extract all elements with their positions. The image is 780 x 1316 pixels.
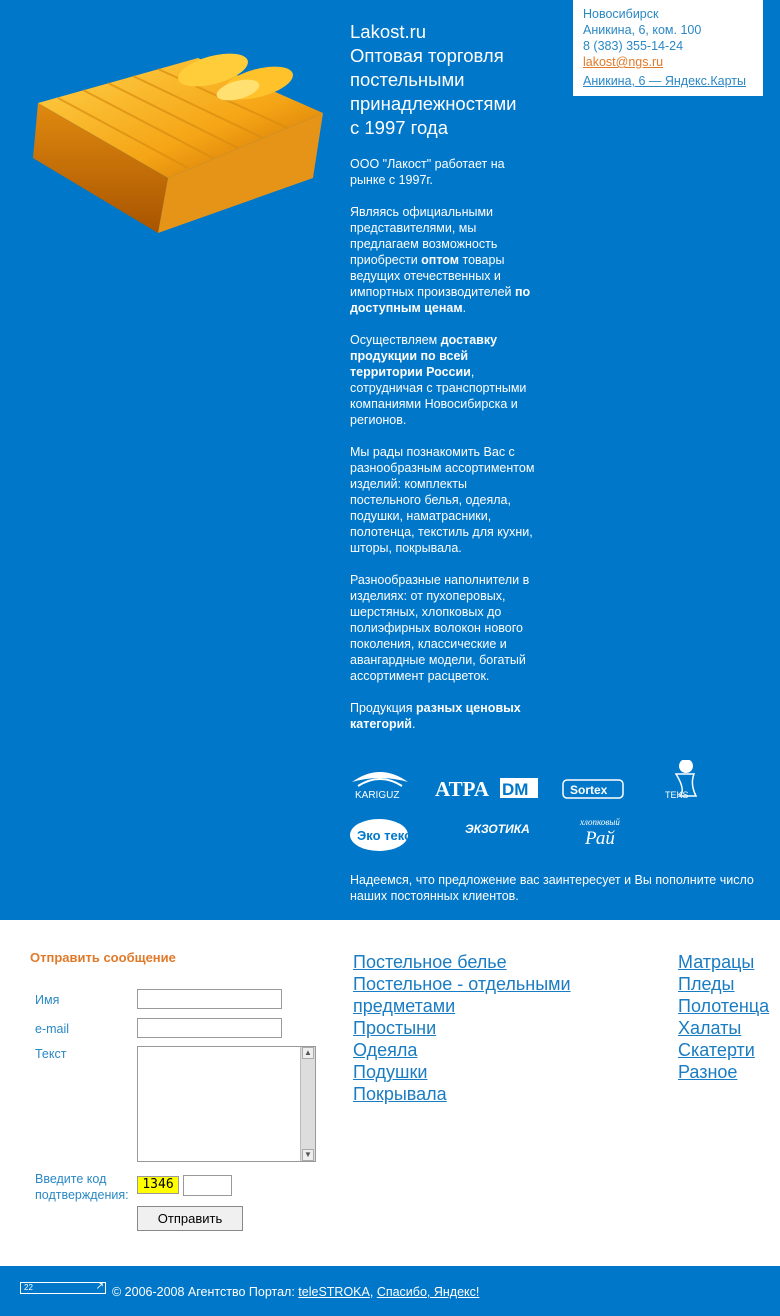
category-link-misc[interactable]: Разное <box>678 1061 778 1083</box>
contact-email-link[interactable]: lakost@ngs.ru <box>583 54 753 70</box>
svg-text:хлопковый: хлопковый <box>579 817 620 827</box>
captcha-label: Введите код подтверждения: <box>35 1172 129 1202</box>
about-paragraph-1: ООО "Лакост" работает на рынке с 1997г. <box>350 157 505 187</box>
email-label: e-mail <box>35 1022 70 1036</box>
yandex-thanks-link[interactable]: Спасибо, Яндекс! <box>377 1285 480 1299</box>
category-link-robes[interactable]: Халаты <box>678 1017 778 1039</box>
about-paragraph-3: Осуществляем доставку продукции по всей … <box>350 333 527 427</box>
top-banner: Lakost.ru Оптовая торговля постельными п… <box>0 0 780 920</box>
contact-phone: 8 (383) 355-14-24 <box>583 39 684 53</box>
message-textarea[interactable]: ▲ ▼ <box>137 1046 316 1162</box>
category-links-right: Матрацы Пледы Полотенца Халаты Скатерти … <box>678 951 778 1083</box>
category-link-tablecloths[interactable]: Скатерти <box>678 1039 778 1061</box>
scroll-down-icon[interactable]: ▼ <box>302 1149 314 1161</box>
copyright: © 2006-2008 Агентство Портал: teleSTROKA… <box>112 1285 480 1299</box>
site-title: Lakost.ru Оптовая торговля постельными п… <box>350 21 517 138</box>
category-link-blankets[interactable]: Одеяла <box>353 1039 653 1061</box>
about-paragraph-5: Разнообразные наполнители в изделиях: от… <box>350 573 530 683</box>
svg-text:Sortex: Sortex <box>570 783 608 797</box>
text-label: Текст <box>35 1047 67 1061</box>
scroll-up-icon[interactable]: ▲ <box>302 1047 314 1059</box>
footer: 22 ↗ © 2006-2008 Агентство Портал: teleST… <box>0 1266 780 1316</box>
telestroka-link[interactable]: teleSTROKA <box>298 1285 370 1299</box>
svg-text:TEKS: TEKS <box>665 790 689 800</box>
contact-box: Новосибирск Аникина, 6, ком. 100 8 (383)… <box>573 0 763 96</box>
category-link-separate[interactable]: Постельное - отдельными предметами <box>353 973 653 1017</box>
category-links-left: Постельное белье Постельное - отдельными… <box>353 951 653 1105</box>
email-input[interactable] <box>137 1018 282 1038</box>
visit-counter[interactable]: 22 ↗ <box>20 1282 106 1294</box>
category-link-pillows[interactable]: Подушки <box>353 1061 653 1083</box>
about-paragraph-4: Мы рады познакомить Вас с разнообразным … <box>350 445 535 555</box>
about-paragraph-6: Продукция разных ценовых категорий. <box>350 701 521 731</box>
dm-logo: DM <box>500 778 538 799</box>
contact-city: Новосибирск <box>583 7 659 21</box>
name-label: Имя <box>35 993 60 1007</box>
closing-text: Надеемся, что предложение вас заинтересу… <box>350 873 754 903</box>
category-link-bedspreads[interactable]: Покрывала <box>353 1083 653 1105</box>
svg-text:Рай: Рай <box>584 828 615 849</box>
name-input[interactable] <box>137 989 282 1009</box>
category-link-towels[interactable]: Полотенца <box>678 995 778 1017</box>
arrow-icon: ↗ <box>95 1281 104 1292</box>
contact-address: Аникина, 6, ком. 100 <box>583 23 702 37</box>
captcha-input[interactable] <box>183 1175 232 1196</box>
svg-text:KARIGUZ: KARIGUZ <box>355 790 399 801</box>
about-paragraph-2: Являясь официальными представителями, мы… <box>350 205 531 315</box>
captcha-image: 1346 <box>137 1176 179 1194</box>
category-link-mattresses[interactable]: Матрацы <box>678 951 778 973</box>
ekzotika-logo: ЭКЗОТИКА <box>465 822 530 836</box>
submit-button[interactable]: Отправить <box>137 1206 243 1231</box>
bed-image <box>33 53 323 233</box>
map-link[interactable]: Аникина, 6 — Яндекс.Карты <box>583 73 753 89</box>
sortex-logo: Sortex <box>562 779 624 799</box>
form-title: Отправить сообщение <box>30 950 176 965</box>
category-link-sheets[interactable]: Простыни <box>353 1017 653 1039</box>
about-column: Lakost.ru Оптовая торговля постельными п… <box>350 20 540 748</box>
atpa-logo: ATPA <box>435 777 490 801</box>
category-link-plaids[interactable]: Пледы <box>678 973 778 995</box>
svg-text:Эко текс: Эко текс <box>357 828 411 843</box>
svg-text:DM: DM <box>502 780 528 799</box>
ekoteks-logo: Эко текс <box>350 819 411 851</box>
rai-logo: хлопковый Рай <box>579 817 620 849</box>
category-link-bedlinen[interactable]: Постельное белье <box>353 951 653 973</box>
kariguz-logo: KARIGUZ <box>352 772 408 801</box>
teks-logo: TEKS <box>665 760 698 800</box>
brand-logos: KARIGUZ ATPA DM Sortex TEKS Эко текс ЭКЗ… <box>350 760 698 851</box>
textarea-scrollbar[interactable]: ▲ ▼ <box>300 1047 315 1161</box>
